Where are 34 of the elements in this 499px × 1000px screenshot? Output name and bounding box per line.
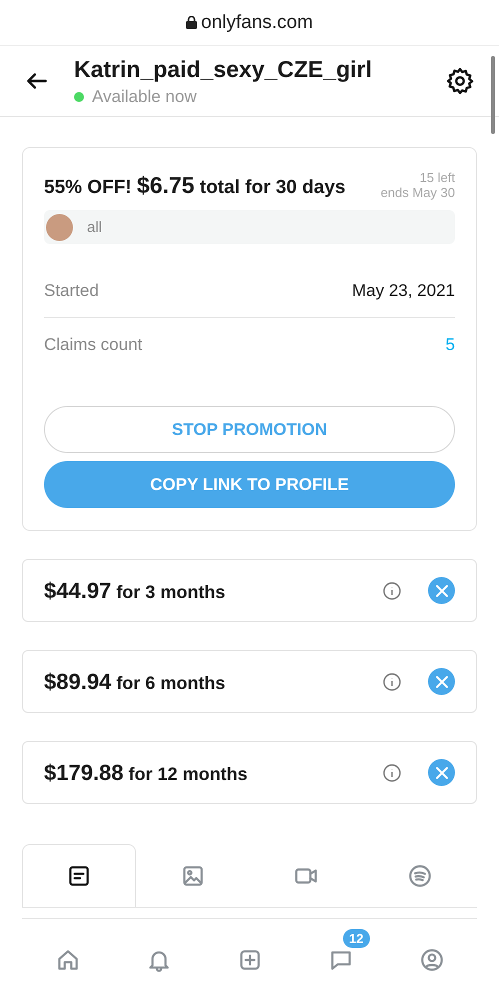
count-badge: 12 (343, 928, 370, 948)
audio-stream-icon (407, 863, 434, 889)
detail-value[interactable]: 5 (446, 335, 455, 355)
remove-button[interactable] (428, 577, 455, 604)
info-icon[interactable] (382, 762, 402, 782)
status-text: Available now (92, 86, 197, 107)
bundle-price: $179.88 for 12 months (44, 760, 249, 786)
bundle-price: $89.94 for 6 months (44, 668, 226, 694)
tab[interactable] (22, 844, 136, 907)
settings-icon[interactable] (445, 66, 475, 96)
copy-link-button[interactable]: COPY LINK TO PROFILE (44, 461, 455, 508)
remaining-count: 15 left (420, 170, 455, 185)
close-icon (434, 584, 448, 598)
lock-icon (186, 16, 198, 30)
close-icon (434, 766, 448, 780)
url-text[interactable]: onlyfans.com (201, 12, 313, 34)
avatar-icon (418, 946, 444, 972)
avatar (46, 214, 73, 240)
info-icon[interactable] (382, 580, 402, 600)
nav-button[interactable]: 12 (328, 928, 370, 972)
info-icon[interactable] (382, 672, 402, 692)
detail-label: Started (44, 280, 99, 300)
end-date: ends May 30 (380, 185, 455, 200)
bundle-price: $44.97 for 3 months (44, 578, 226, 604)
detail-value: May 23, 2021 (352, 280, 455, 300)
promotion-offer: 55% OFF! $6.75 total for 30 days (44, 172, 346, 198)
stop-button[interactable]: STOP PROMOTION (44, 406, 455, 453)
detail-label: Claims count (44, 335, 142, 355)
remove-button[interactable] (428, 759, 455, 786)
audience-label: all (87, 218, 102, 236)
nav-button[interactable] (418, 946, 444, 972)
close-icon (434, 674, 448, 688)
profile-name: Katrin_paid_sexy_CZE_girl (74, 56, 373, 83)
remove-button[interactable] (428, 668, 455, 695)
